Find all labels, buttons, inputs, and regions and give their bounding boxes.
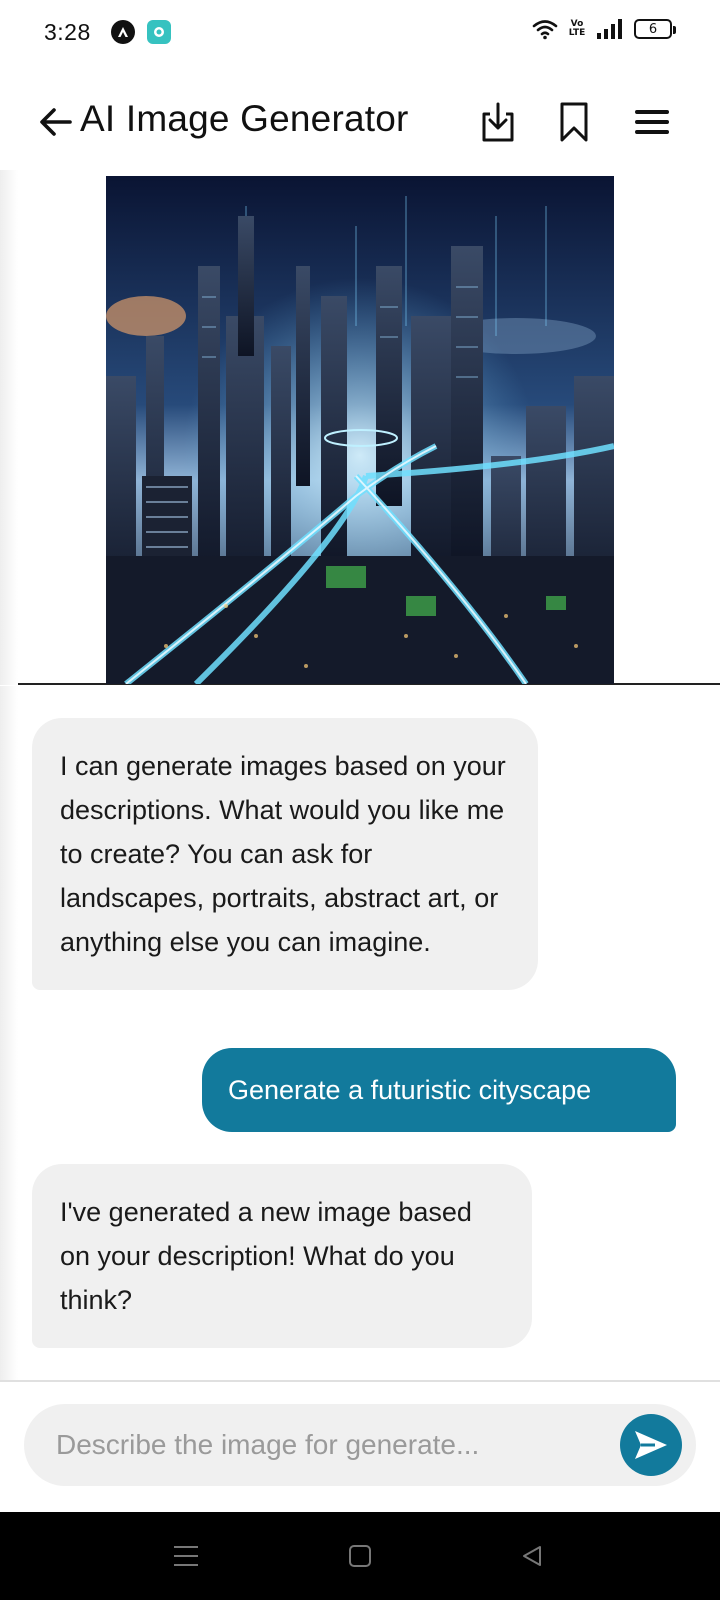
send-button[interactable]: [620, 1414, 682, 1476]
prompt-bar: [24, 1404, 696, 1486]
image-area: [0, 170, 720, 685]
chat-notification-icon: [146, 20, 171, 44]
page-title: AI Image Generator: [80, 98, 409, 139]
message-text: Generate a futuristic cityscape: [228, 1075, 592, 1105]
assistant-message: I can generate images based on your desc…: [32, 718, 538, 990]
volte-label: Vo LTE: [568, 19, 586, 38]
left-shadow: [0, 170, 18, 685]
menu-icon[interactable]: [628, 98, 676, 146]
prompt-input[interactable]: [56, 1404, 596, 1486]
download-icon[interactable]: [474, 98, 522, 146]
send-icon: [635, 1431, 667, 1459]
generated-image[interactable]: [106, 176, 614, 684]
app-notification-icon: [110, 20, 135, 44]
battery-icon: 6: [634, 19, 676, 39]
bookmark-icon[interactable]: [550, 98, 598, 146]
status-icons: Vo LTE 6: [532, 18, 676, 40]
message-text: I've generated a new image based on your…: [60, 1197, 472, 1315]
chat-area[interactable]: I can generate images based on your desc…: [0, 686, 720, 1380]
assistant-message: I've generated a new image based on your…: [32, 1164, 532, 1348]
status-bar: 3:28 Vo LTE 6: [0, 0, 720, 64]
back-nav-icon[interactable]: [508, 1532, 556, 1580]
recents-icon[interactable]: [162, 1532, 210, 1580]
status-time: 3:28: [44, 18, 91, 45]
message-text: I can generate images based on your desc…: [60, 751, 506, 957]
user-message: Generate a futuristic cityscape: [202, 1048, 676, 1132]
input-divider: [0, 1380, 720, 1382]
left-shadow: [0, 686, 18, 1380]
home-icon[interactable]: [336, 1532, 384, 1580]
signal-icon: [597, 19, 622, 39]
back-arrow-icon[interactable]: [36, 102, 76, 142]
system-nav-bar: [0, 1512, 720, 1600]
wifi-icon: [532, 20, 558, 40]
app-bar: AI Image Generator: [0, 80, 720, 164]
